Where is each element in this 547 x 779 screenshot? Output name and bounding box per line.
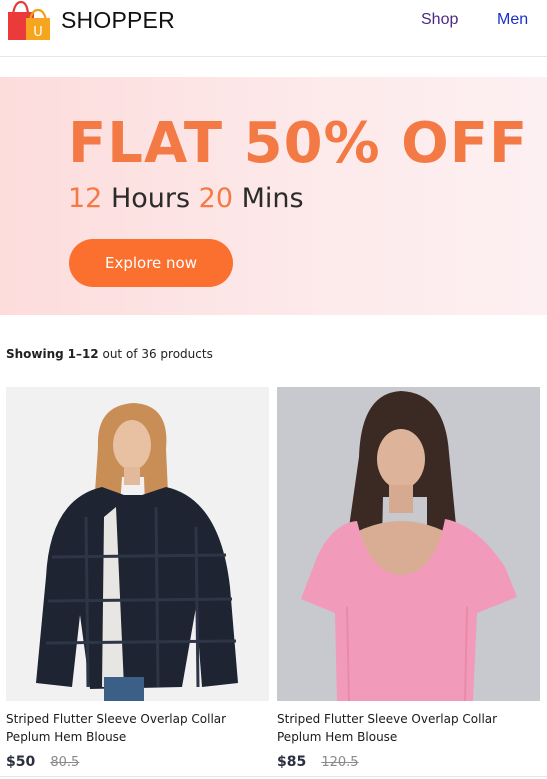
divider	[0, 776, 547, 777]
shopping-bag-logo-icon[interactable]: U	[6, 0, 52, 42]
promo-banner: FLAT 50% OFF 12 Hours 20 Mins Explore no…	[0, 77, 547, 315]
product-title[interactable]: Striped Flutter Sleeve Overlap Collar Pe…	[6, 710, 269, 746]
product-card[interactable]: Striped Flutter Sleeve Overlap Collar Pe…	[6, 387, 269, 770]
site-header: U SHOPPER Shop Men	[0, 0, 547, 57]
product-price: $85	[277, 754, 307, 770]
results-range: 1–12	[67, 347, 99, 361]
price-row: $50 80.5	[6, 751, 269, 770]
results-showing-label: Showing	[6, 347, 64, 361]
product-title[interactable]: Striped Flutter Sleeve Overlap Collar Pe…	[277, 710, 540, 746]
brand-name[interactable]: SHOPPER	[61, 7, 175, 34]
results-count: Showing 1–12 out of 36 products	[6, 347, 213, 361]
product-old-price: 80.5	[50, 755, 80, 770]
product-image[interactable]	[6, 387, 269, 701]
product-card[interactable]: Striped Flutter Sleeve Overlap Collar Pe…	[277, 387, 540, 770]
product-old-price: 120.5	[321, 755, 359, 770]
timer-hours: 12	[68, 183, 103, 214]
timer-mins-label: Mins	[241, 183, 304, 214]
timer-hours-label: Hours	[110, 183, 191, 214]
banner-headline: FLAT 50% OFF	[68, 111, 529, 176]
logo-letter: U	[33, 25, 43, 40]
nav-link-shop[interactable]: Shop	[421, 11, 458, 29]
product-image[interactable]	[277, 387, 540, 701]
countdown-timer: 12 Hours 20 Mins	[68, 183, 304, 214]
product-price: $50	[6, 754, 36, 770]
explore-now-button[interactable]: Explore now	[69, 239, 233, 287]
results-suffix: out of 36 products	[102, 347, 213, 361]
timer-mins: 20	[198, 183, 234, 214]
nav-link-men[interactable]: Men	[497, 11, 528, 29]
price-row: $85 120.5	[277, 751, 540, 770]
